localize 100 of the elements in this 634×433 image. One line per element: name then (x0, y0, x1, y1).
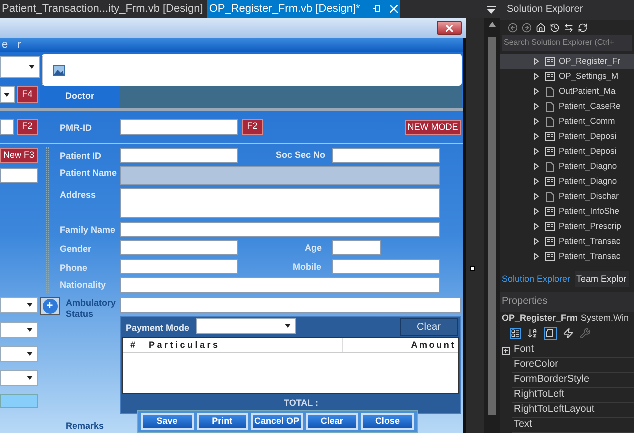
close-icon (446, 24, 453, 32)
back-icon[interactable] (508, 22, 518, 33)
pin-icon[interactable] (372, 5, 382, 13)
input-field[interactable] (120, 259, 238, 274)
clear-button[interactable]: Clear (400, 318, 458, 336)
expand-icon[interactable] (502, 346, 510, 354)
property-name[interactable]: Text (512, 418, 634, 433)
property-name[interactable]: ForeColor (512, 358, 634, 373)
tree-item[interactable]: Patient_Transac (500, 249, 634, 264)
tree-item[interactable]: Patient_Dischar (500, 189, 634, 204)
input-field[interactable] (0, 119, 14, 135)
caret-icon (285, 324, 291, 328)
file-icon (545, 102, 555, 112)
categorized-icon[interactable] (510, 328, 521, 339)
shortcut-button[interactable]: F2 (17, 119, 38, 135)
column-header: Particulars (143, 338, 343, 352)
action-button[interactable]: Close (361, 413, 414, 430)
tree-item[interactable]: OP_Settings_M (500, 69, 634, 84)
panel-title: Solution Explorer (500, 0, 634, 20)
action-button[interactable]: Cancel OP (251, 413, 303, 430)
tree-item[interactable]: Patient_Diagno (500, 174, 634, 190)
property-name[interactable]: RightToLeft (512, 388, 634, 403)
input-field[interactable] (120, 222, 440, 237)
tree-item[interactable]: Patient_Deposi (500, 129, 634, 144)
caret-icon (27, 328, 33, 332)
action-button[interactable]: Clear (306, 413, 358, 430)
forward-icon[interactable] (522, 22, 532, 33)
object-type: System.Win (581, 312, 630, 326)
resize-handle[interactable] (470, 266, 475, 271)
input-field[interactable] (332, 259, 440, 274)
refresh-icon[interactable] (578, 22, 588, 33)
tree-item[interactable]: Patient_CaseRe (500, 99, 634, 114)
tree-item[interactable]: OP_Register_Fr (500, 54, 634, 70)
close-icon[interactable] (390, 5, 398, 13)
shortcut-button[interactable]: F4 (17, 86, 38, 103)
dropdown[interactable] (0, 86, 15, 103)
tree-item[interactable]: Patient_InfoShe (500, 204, 634, 220)
caret-icon (4, 92, 10, 96)
file-icon (545, 86, 555, 97)
image-icon (53, 64, 65, 76)
tree-item[interactable]: Patient_Transac (500, 234, 634, 250)
input-field[interactable] (120, 188, 440, 218)
input-field[interactable] (120, 148, 238, 163)
form-icon (545, 222, 555, 232)
search-field[interactable]: Search Solution Explorer (Ctrl+ (502, 35, 632, 52)
property-name[interactable]: FormBorderStyle (512, 373, 634, 388)
add-button[interactable]: + (40, 297, 60, 315)
history-icon[interactable] (550, 22, 560, 33)
form-icon (545, 177, 555, 186)
input-field[interactable] (120, 277, 440, 293)
close-button[interactable] (437, 21, 462, 35)
tree-item[interactable]: Patient_Prescrip (500, 219, 634, 234)
dropdown-icon[interactable] (487, 6, 496, 14)
document-tab[interactable]: OP_Register_Frm.vb [Design]* (207, 0, 400, 18)
input-field[interactable] (120, 297, 461, 313)
form-icon (545, 252, 555, 262)
field-label: PMR-ID (60, 122, 92, 135)
shortcut-button[interactable]: F2 (242, 119, 263, 135)
input-field[interactable] (0, 168, 38, 183)
mode-button[interactable]: NEW MODE (405, 120, 461, 135)
file-icon (545, 162, 555, 172)
panel-title: Properties (500, 292, 634, 312)
property-name[interactable]: RightToLeftLayout (512, 403, 634, 418)
input-field[interactable] (120, 240, 238, 255)
sync-icon[interactable] (564, 22, 574, 33)
tree-item[interactable]: Patient_Comm (500, 114, 634, 130)
field-label: Age (305, 242, 322, 255)
action-button[interactable]: Print (196, 413, 248, 430)
input-field[interactable] (0, 394, 38, 408)
file-icon (545, 116, 555, 127)
new-button[interactable]: New F3 (0, 148, 38, 163)
caret-icon (27, 352, 33, 356)
form-icon (545, 57, 555, 66)
tree-item[interactable]: OutPatient_Ma (500, 84, 634, 100)
input-field[interactable] (332, 240, 381, 255)
total-label: TOTAL : (284, 397, 318, 410)
form-icon (545, 147, 555, 156)
field-label: Remarks (66, 420, 104, 433)
column-header: Amount (410, 339, 457, 352)
input-field[interactable] (120, 119, 238, 135)
sort-icon[interactable] (527, 328, 538, 339)
tree-item[interactable]: Patient_Diagno (500, 159, 634, 174)
field-label: Patient Name (60, 167, 118, 180)
home-icon[interactable] (536, 22, 546, 33)
doctor-tab[interactable]: Doctor (40, 86, 120, 108)
properties-icon[interactable] (544, 326, 557, 340)
form-icon (545, 132, 555, 142)
tree-item[interactable]: Patient_Deposi (500, 144, 634, 160)
form-icon (545, 207, 555, 216)
column-header: # (129, 339, 136, 352)
events-icon[interactable] (563, 328, 574, 339)
property-name[interactable]: Font (512, 343, 634, 358)
wrench-icon[interactable] (580, 328, 591, 339)
panel-tab[interactable]: Team Explor (574, 271, 629, 288)
object-name: OP_Register_Frm (502, 312, 578, 326)
action-button[interactable]: Save (141, 413, 194, 430)
input-field[interactable] (332, 148, 440, 163)
field-label: Soc Sec No (276, 149, 326, 162)
field-label: Payment Mode (126, 322, 190, 335)
scroll-up-icon[interactable] (488, 22, 496, 27)
